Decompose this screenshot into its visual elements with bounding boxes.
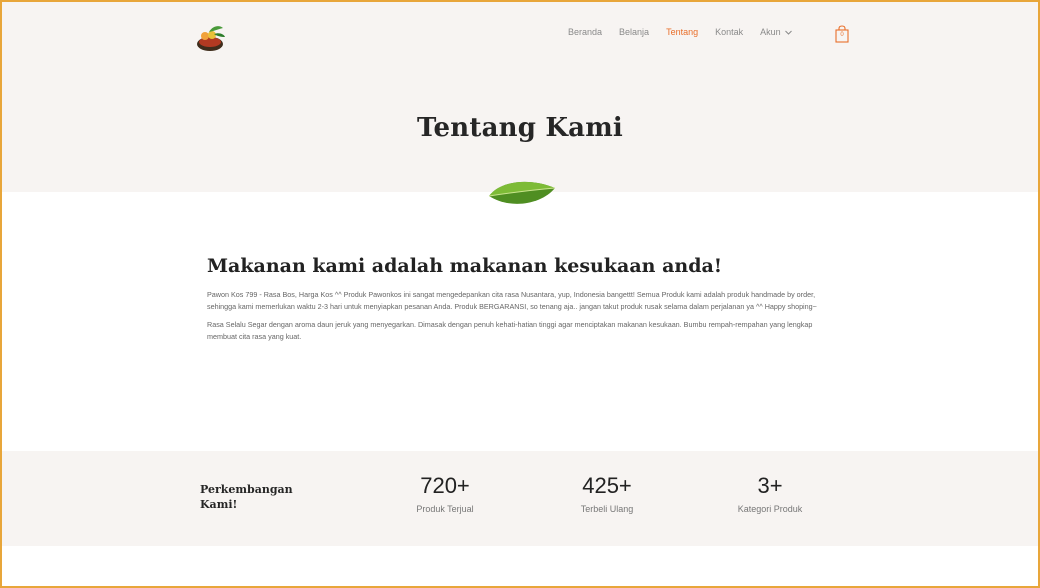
stat-kategori-produk: 3+ Kategori Produk <box>700 472 840 514</box>
stats-title: Perkembangan Kami! <box>200 483 293 511</box>
stats-section <box>2 451 1038 546</box>
stat-value: 425+ <box>582 473 632 498</box>
about-paragraph-2: Rasa Selalu Segar dengan aroma daun jeru… <box>207 320 813 341</box>
nav-item-beranda[interactable]: Beranda <box>568 27 602 37</box>
chevron-down-icon <box>784 30 792 35</box>
main-nav: Beranda Belanja Tentang Kontak Akun <box>568 27 809 37</box>
nav-item-kontak[interactable]: Kontak <box>715 27 743 37</box>
nav-item-belanja[interactable]: Belanja <box>619 27 649 37</box>
stat-label: Terbeli Ulang <box>580 504 634 514</box>
hero-section <box>2 2 1038 192</box>
stat-value: 3+ <box>757 473 783 498</box>
nav-item-tentang[interactable]: Tentang <box>666 27 698 37</box>
stat-label: Produk Terjual <box>416 504 474 514</box>
stat-label: Kategori Produk <box>737 504 803 514</box>
nav-akun-label: Akun <box>760 27 781 37</box>
about-section: Makanan kami adalah makanan kesukaan and… <box>207 255 817 349</box>
about-heading: Makanan kami adalah makanan kesukaan and… <box>207 255 723 277</box>
site-logo[interactable] <box>192 22 230 56</box>
leaf-image <box>487 176 557 212</box>
about-paragraph-1: Pawon Kos 799 - Rasa Bos, Harga Kos ^^ P… <box>207 290 817 311</box>
cart-button[interactable]: 0 <box>835 25 849 43</box>
stat-terbeli-ulang: 425+ Terbeli Ulang <box>537 472 677 514</box>
stat-produk-terjual: 720+ Produk Terjual <box>375 472 515 514</box>
cart-count: 0 <box>840 32 844 38</box>
page-title: Tentang Kami <box>416 113 624 144</box>
nav-item-akun[interactable]: Akun <box>760 27 792 37</box>
stat-value: 720+ <box>420 473 470 498</box>
